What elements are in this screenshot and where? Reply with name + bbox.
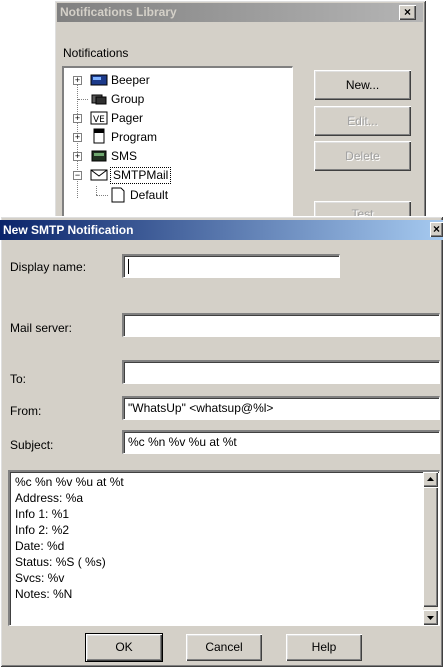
- new-button[interactable]: New...: [314, 70, 411, 100]
- arrow-up-icon: [427, 477, 434, 481]
- tree-connector: [96, 186, 97, 195]
- svg-text:VE: VE: [93, 115, 105, 125]
- notifications-group-label: Notifications: [63, 46, 129, 60]
- tree-item-group[interactable]: Group: [64, 90, 284, 108]
- tree-item-label: SMTPMail: [110, 167, 172, 184]
- smtp-close-button[interactable]: ×: [430, 222, 443, 237]
- delete-button[interactable]: Delete: [314, 141, 411, 171]
- scroll-up-button[interactable]: [423, 472, 438, 487]
- cancel-button[interactable]: Cancel: [186, 634, 262, 661]
- body-line: Info 1: %1: [15, 507, 70, 521]
- expand-icon[interactable]: +: [73, 76, 82, 85]
- library-title-bar[interactable]: Notifications Library: [57, 3, 423, 22]
- new-smtp-notification-dialog: New SMTP Notification × Display name: Ma…: [0, 216, 443, 667]
- beeper-icon: [90, 74, 108, 86]
- group-icon: [91, 94, 107, 105]
- body-line: Address: %a: [15, 491, 84, 505]
- pager-icon: VE: [90, 111, 108, 125]
- arrow-down-icon: [427, 616, 434, 620]
- collapse-icon[interactable]: −: [73, 171, 82, 180]
- body-line: %c %n %v %u at %t: [15, 475, 124, 489]
- tree-item-program[interactable]: + Program: [64, 128, 284, 146]
- tree-item-label: Default: [130, 188, 169, 202]
- edit-button[interactable]: Edit...: [314, 106, 411, 136]
- tree-connector: [96, 195, 108, 196]
- smtp-dialog-title: New SMTP Notification: [3, 223, 134, 237]
- notifications-tree[interactable]: + Beeper Group + VE Pager + Program + SM…: [62, 66, 293, 230]
- scroll-thumb[interactable]: [423, 487, 438, 607]
- library-title: Notifications Library: [60, 5, 177, 19]
- tree-item-label: Program: [111, 130, 158, 144]
- body-line: Status: %S ( %s): [15, 555, 106, 569]
- help-button[interactable]: Help: [286, 634, 362, 661]
- display-name-field[interactable]: [122, 254, 340, 278]
- display-name-label: Display name:: [10, 260, 87, 274]
- tree-item-pager[interactable]: + VE Pager: [64, 109, 284, 127]
- program-icon: [93, 128, 105, 144]
- tree-item-default[interactable]: Default: [64, 186, 284, 204]
- subject-field[interactable]: %c %n %v %u at %t: [122, 430, 440, 454]
- tree-item-beeper[interactable]: + Beeper: [64, 71, 284, 89]
- tree-item-smtpmail[interactable]: − SMTPMail: [64, 166, 284, 184]
- from-label: From:: [10, 404, 42, 418]
- body-line: Svcs: %v: [15, 571, 65, 585]
- from-field[interactable]: "WhatsUp" <whatsup@%l>: [122, 396, 440, 420]
- body-line: Date: %d: [15, 539, 65, 553]
- to-field[interactable]: [122, 360, 440, 384]
- mail-server-label: Mail server:: [10, 321, 73, 335]
- tree-item-label: SMS: [111, 149, 138, 163]
- tree-item-label: Pager: [111, 111, 144, 125]
- body-line: Info 2: %2: [15, 523, 70, 537]
- mail-icon: [90, 169, 108, 181]
- document-icon: [111, 187, 125, 203]
- tree-item-sms[interactable]: + SMS: [64, 147, 284, 165]
- vertical-scrollbar[interactable]: [423, 472, 438, 625]
- smtp-title-bar[interactable]: New SMTP Notification: [0, 220, 443, 240]
- ok-button[interactable]: OK: [85, 633, 163, 662]
- body-line: Notes: %N: [15, 587, 73, 601]
- text-cursor: [128, 259, 129, 274]
- expand-icon[interactable]: +: [73, 114, 82, 123]
- tree-item-label: Group: [111, 92, 145, 106]
- mail-server-field[interactable]: [122, 313, 440, 337]
- sms-icon: [91, 150, 107, 162]
- to-label: To:: [10, 372, 27, 386]
- expand-icon[interactable]: +: [73, 152, 82, 161]
- tree-connector: [78, 99, 88, 100]
- tree-item-label: Beeper: [111, 73, 150, 87]
- library-close-button[interactable]: ×: [399, 5, 416, 20]
- subject-label: Subject:: [10, 438, 54, 452]
- scroll-down-button[interactable]: [423, 610, 438, 625]
- notifications-library-window: Notifications Library × Notifications + …: [54, 0, 426, 230]
- message-body-textarea[interactable]: %c %n %v %u at %t Address: %a Info 1: %1…: [8, 470, 440, 626]
- expand-icon[interactable]: +: [73, 133, 82, 142]
